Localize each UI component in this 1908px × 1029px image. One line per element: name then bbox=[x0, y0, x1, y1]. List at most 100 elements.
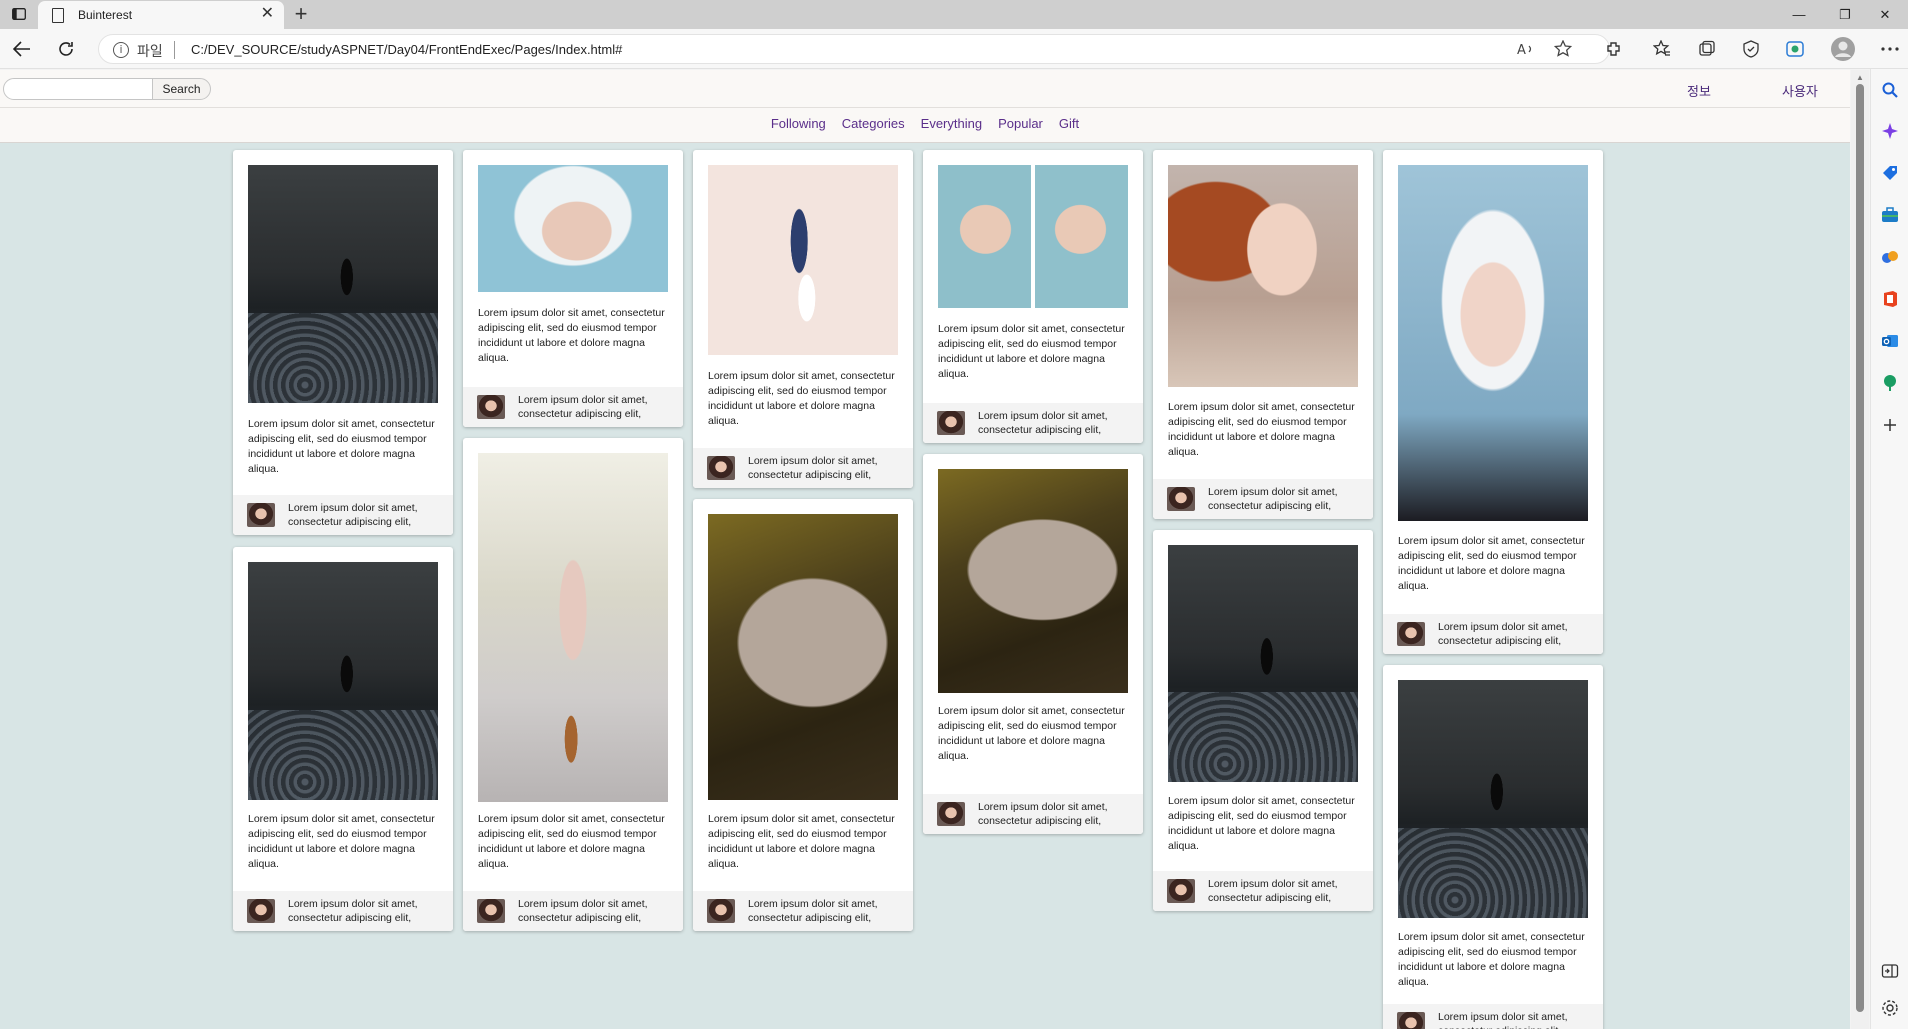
pin-footer: Lorem ipsum dolor sit amet, consectetur … bbox=[923, 794, 1143, 834]
avatar[interactable] bbox=[1397, 622, 1425, 646]
avatar[interactable] bbox=[477, 899, 505, 923]
minimize-icon[interactable]: — bbox=[1776, 0, 1822, 29]
nav-popular[interactable]: Popular bbox=[998, 116, 1043, 142]
scroll-up-arrow-icon[interactable]: ▲ bbox=[1856, 73, 1864, 82]
avatar[interactable] bbox=[247, 503, 275, 527]
read-aloud-icon[interactable]: A bbox=[1516, 39, 1536, 59]
tab-actions-icon[interactable] bbox=[8, 4, 30, 24]
new-tab-button[interactable]: + bbox=[288, 2, 314, 26]
scrollbar-thumb[interactable] bbox=[1856, 84, 1864, 1012]
user-link[interactable]: 사용자 bbox=[1782, 81, 1818, 100]
tree-app-icon[interactable] bbox=[1881, 374, 1899, 392]
pin-card[interactable]: Lorem ipsum dolor sit amet, consectetur … bbox=[693, 499, 913, 931]
pin-footer-text: Lorem ipsum dolor sit amet, consectetur … bbox=[518, 394, 648, 420]
pin-image-white-haired-portrait[interactable] bbox=[1398, 165, 1588, 521]
browser-toolbar: i 파일 C:/DEV_SOURCE/studyASPNET/Day04/Fro… bbox=[0, 29, 1908, 69]
hide-sidebar-icon[interactable] bbox=[1881, 962, 1899, 980]
page-icon bbox=[52, 8, 64, 23]
pin-footer: Lorem ipsum dolor sit amet, consectetur … bbox=[463, 891, 683, 931]
office-icon[interactable] bbox=[1881, 290, 1899, 308]
avatar[interactable] bbox=[1167, 879, 1195, 903]
pin-footer-text: Lorem ipsum dolor sit amet, consectetur … bbox=[288, 502, 418, 528]
extensions-icon[interactable] bbox=[1604, 39, 1624, 59]
pin-image-redhead-woman[interactable] bbox=[1168, 165, 1358, 387]
pin-image-dark-corridor[interactable] bbox=[248, 165, 438, 403]
nav-everything[interactable]: Everything bbox=[921, 116, 982, 142]
pin-image-dark-corridor[interactable] bbox=[1168, 545, 1358, 782]
avatar[interactable] bbox=[247, 899, 275, 923]
pin-card[interactable]: Lorem ipsum dolor sit amet, consectetur … bbox=[1153, 530, 1373, 911]
avatar[interactable] bbox=[1167, 487, 1195, 511]
pin-footer: Lorem ipsum dolor sit amet, consectetur … bbox=[693, 891, 913, 931]
pin-image-white-haired-woman[interactable] bbox=[478, 165, 668, 292]
address-bar[interactable]: i 파일 C:/DEV_SOURCE/studyASPNET/Day04/Fro… bbox=[98, 34, 1610, 64]
pin-footer-text: Lorem ipsum dolor sit amet, consectetur … bbox=[748, 455, 878, 481]
more-options-icon[interactable] bbox=[1880, 39, 1900, 59]
outlook-icon[interactable] bbox=[1881, 332, 1899, 350]
address-url[interactable]: C:/DEV_SOURCE/studyASPNET/Day04/FrontEnd… bbox=[191, 42, 622, 57]
shopping-tag-icon[interactable] bbox=[1881, 164, 1899, 182]
back-arrow-icon[interactable] bbox=[8, 35, 36, 63]
add-sidebar-app-icon[interactable] bbox=[1881, 416, 1899, 434]
browser-essentials-icon[interactable] bbox=[1741, 39, 1761, 59]
search-icon[interactable] bbox=[1881, 81, 1899, 99]
pin-footer: Lorem ipsum dolor sit amet, consectetur … bbox=[1153, 479, 1373, 519]
pin-image-dark-corridor[interactable] bbox=[1398, 680, 1588, 918]
pin-card[interactable]: Lorem ipsum dolor sit amet, consectetur … bbox=[923, 454, 1143, 834]
pin-footer-text: Lorem ipsum dolor sit amet, consectetur … bbox=[1208, 486, 1338, 512]
pin-footer-text: Lorem ipsum dolor sit amet, consectetur … bbox=[748, 898, 878, 924]
pin-footer: Lorem ipsum dolor sit amet, consectetur … bbox=[463, 387, 683, 427]
pin-footer-text: Lorem ipsum dolor sit amet, consectetur … bbox=[1208, 878, 1338, 904]
avatar[interactable] bbox=[937, 411, 965, 435]
svg-text:A: A bbox=[1517, 43, 1526, 56]
pin-card[interactable]: Lorem ipsum dolor sit amet, consectetur … bbox=[463, 150, 683, 427]
search-button[interactable]: Search bbox=[152, 78, 211, 100]
nav-categories[interactable]: Categories bbox=[842, 116, 905, 142]
pin-card[interactable]: Lorem ipsum dolor sit amet, consectetur … bbox=[463, 438, 683, 931]
pin-image-climber-rock[interactable] bbox=[708, 514, 898, 800]
favorites-icon[interactable] bbox=[1652, 39, 1672, 59]
pin-card[interactable]: Lorem ipsum dolor sit amet, consectetur … bbox=[1383, 150, 1603, 654]
nav-gift[interactable]: Gift bbox=[1059, 116, 1079, 142]
pin-description: Lorem ipsum dolor sit amet, consectetur … bbox=[708, 813, 895, 870]
pin-footer: Lorem ipsum dolor sit amet, consectetur … bbox=[1383, 614, 1603, 654]
pin-image-climber-rock[interactable] bbox=[938, 469, 1128, 693]
pin-card[interactable]: Lorem ipsum dolor sit amet, consectetur … bbox=[1153, 150, 1373, 519]
pin-image-woman-walking[interactable] bbox=[478, 453, 668, 802]
profile-avatar-icon[interactable] bbox=[1830, 36, 1856, 62]
browser-tab-active[interactable]: Buinterest ✕ bbox=[38, 1, 284, 29]
info-link[interactable]: 정보 bbox=[1687, 81, 1711, 100]
refresh-icon[interactable] bbox=[52, 35, 80, 63]
pin-footer: Lorem ipsum dolor sit amet, consectetur … bbox=[233, 891, 453, 931]
pin-card[interactable]: Lorem ipsum dolor sit amet, consectetur … bbox=[1383, 665, 1603, 1029]
avatar[interactable] bbox=[1397, 1012, 1425, 1029]
close-window-icon[interactable]: ✕ bbox=[1862, 0, 1908, 29]
pin-card[interactable]: Lorem ipsum dolor sit amet, consectetur … bbox=[233, 547, 453, 931]
tools-briefcase-icon[interactable] bbox=[1881, 206, 1899, 224]
pin-description: Lorem ipsum dolor sit amet, consectetur … bbox=[1168, 795, 1355, 852]
pin-footer: Lorem ipsum dolor sit amet, consectetur … bbox=[233, 495, 453, 535]
address-scheme: 파일 bbox=[137, 44, 163, 60]
pin-footer-text: Lorem ipsum dolor sit amet, consectetur … bbox=[1438, 621, 1568, 647]
pin-image-woman-jumping[interactable] bbox=[708, 165, 898, 355]
avatar[interactable] bbox=[937, 802, 965, 826]
avatar[interactable] bbox=[707, 899, 735, 923]
pin-image-two-faces[interactable] bbox=[938, 165, 1128, 308]
games-icon[interactable] bbox=[1881, 248, 1899, 266]
site-info-icon[interactable]: i bbox=[113, 42, 129, 58]
collections-icon[interactable] bbox=[1697, 39, 1717, 59]
nav-following[interactable]: Following bbox=[771, 116, 826, 142]
add-favorite-icon[interactable] bbox=[1553, 39, 1573, 59]
settings-gear-icon[interactable] bbox=[1881, 999, 1899, 1017]
pin-card[interactable]: Lorem ipsum dolor sit amet, consectetur … bbox=[233, 150, 453, 535]
avatar[interactable] bbox=[707, 456, 735, 480]
search-input[interactable] bbox=[3, 78, 153, 100]
pin-image-dark-corridor[interactable] bbox=[248, 562, 438, 800]
copilot-sparkle-icon[interactable] bbox=[1881, 122, 1899, 140]
avatar[interactable] bbox=[477, 395, 505, 419]
edge-workspace-icon[interactable] bbox=[1785, 39, 1805, 59]
pin-card[interactable]: Lorem ipsum dolor sit amet, consectetur … bbox=[693, 150, 913, 488]
pin-card[interactable]: Lorem ipsum dolor sit amet, consectetur … bbox=[923, 150, 1143, 443]
page-scrollbar[interactable]: ▲ bbox=[1851, 70, 1869, 1029]
close-tab-icon[interactable]: ✕ bbox=[261, 6, 274, 22]
